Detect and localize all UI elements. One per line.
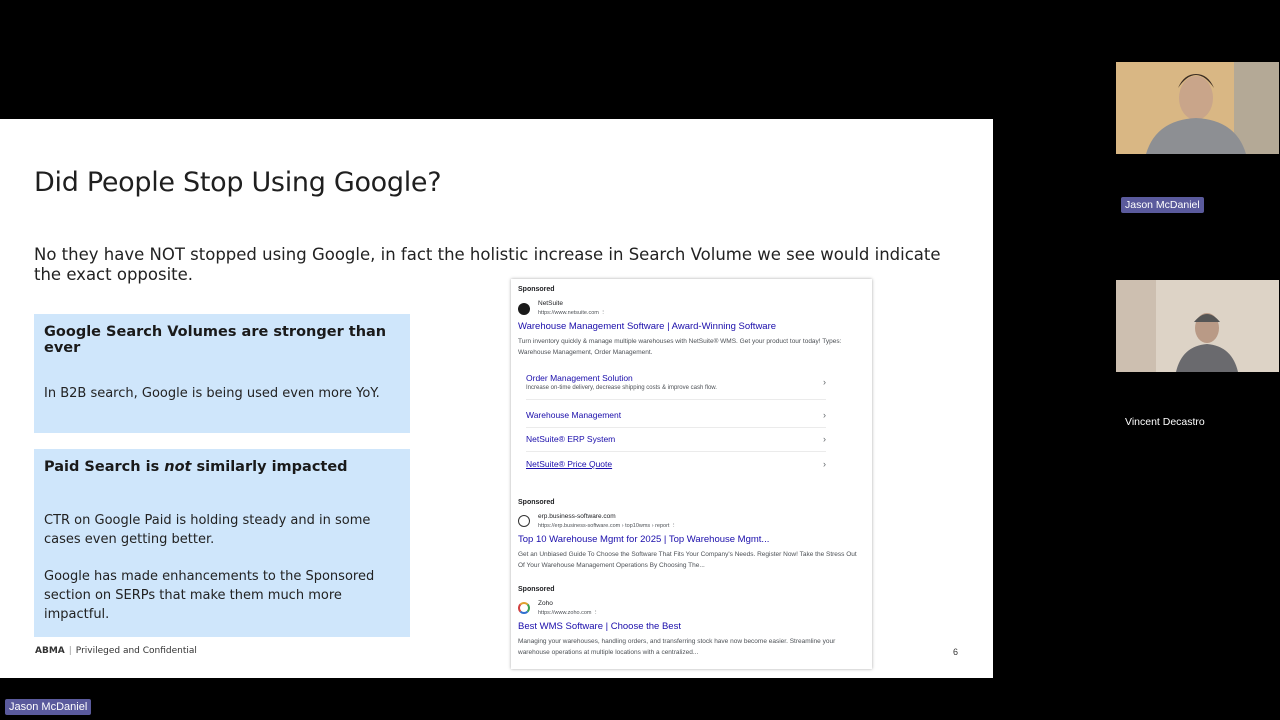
- sponsored-label: Sponsored: [518, 286, 555, 293]
- panel-heading: Paid Search is not similarly impacted: [44, 459, 400, 475]
- sponsored-label: Sponsored: [518, 586, 555, 593]
- ad-title-link[interactable]: Best WMS Software | Choose the Best: [518, 621, 681, 632]
- heading-part: Paid Search is: [44, 459, 165, 475]
- more-options-icon: ⋮: [600, 310, 606, 316]
- sponsored-label: Sponsored: [518, 499, 555, 506]
- panel-text: CTR on Google Paid is holding steady and…: [44, 513, 371, 547]
- ad-url: https://www.netsuite.com ⋮: [538, 310, 606, 316]
- heading-part: similarly impacted: [191, 459, 348, 475]
- participant-video-icon: [1116, 280, 1279, 372]
- footer-brand: ABMA: [35, 646, 65, 656]
- ad-title-link[interactable]: Warehouse Management Software | Award-Wi…: [518, 321, 776, 332]
- netsuite-logo-icon: [518, 303, 530, 315]
- participant-video-icon: [1116, 62, 1279, 154]
- presentation-slide: Did People Stop Using Google? No they ha…: [0, 119, 993, 678]
- ad-description: Managing your warehouses, handling order…: [518, 638, 836, 656]
- sitelink[interactable]: Order Management Solution Increase on-ti…: [526, 373, 826, 391]
- ad-url-text: https://erp.business-software.com › top1…: [538, 523, 670, 529]
- panel-heading: Google Search Volumes are stronger than …: [44, 324, 387, 356]
- divider: [526, 399, 826, 400]
- divider: [526, 427, 826, 428]
- slide-footer: ABMA | Privileged and Confidential: [35, 646, 197, 656]
- chevron-right-icon: ›: [823, 410, 826, 420]
- slide-page-number: 6: [953, 647, 959, 657]
- sitelink[interactable]: NetSuite® Price Quote ›: [526, 459, 826, 469]
- ad-url: https://erp.business-software.com › top1…: [538, 523, 676, 529]
- info-panel-paid-search: Paid Search is not similarly impacted CT…: [34, 449, 410, 637]
- ad-url: https://www.zoho.com ⋮: [538, 610, 599, 616]
- slide-title: Did People Stop Using Google?: [34, 167, 442, 198]
- footer-label: Privileged and Confidential: [75, 646, 197, 656]
- business-software-logo-icon: [518, 515, 530, 527]
- ad-url-text: https://www.zoho.com: [538, 610, 592, 616]
- ad-site-name: NetSuite: [538, 300, 563, 307]
- chevron-right-icon: ›: [823, 377, 826, 387]
- sitelink-title: NetSuite® ERP System: [526, 434, 616, 444]
- ad-site-name: Zoho: [538, 600, 553, 607]
- active-speaker-label: Jason McDaniel: [5, 699, 92, 715]
- sitelink[interactable]: NetSuite® ERP System ›: [526, 434, 826, 444]
- more-options-icon: ⋮: [593, 610, 599, 616]
- divider: [526, 451, 826, 452]
- participant-name-label: Vincent Decastro: [1125, 416, 1205, 428]
- ad-description: Turn inventory quickly & manage multiple…: [518, 338, 842, 356]
- chevron-right-icon: ›: [823, 459, 826, 469]
- info-panel-search-volumes: Google Search Volumes are stronger than …: [34, 314, 410, 433]
- participant-video-tile[interactable]: [1116, 62, 1279, 154]
- sitelink-title: NetSuite® Price Quote: [526, 459, 613, 469]
- footer-separator: |: [68, 646, 72, 656]
- panel-text: In B2B search, Google is being used even…: [44, 386, 380, 401]
- participant-name-label: Jason McDaniel: [1121, 197, 1204, 213]
- serp-screenshot: Sponsored NetSuite https://www.netsuite.…: [511, 279, 872, 669]
- sitelink-title: Order Management Solution: [526, 373, 633, 383]
- sitelink[interactable]: Warehouse Management ›: [526, 410, 826, 420]
- participant-video-tile[interactable]: [1116, 280, 1279, 372]
- ad-url-text: https://www.netsuite.com: [538, 310, 599, 316]
- panel-text: Google has made enhancements to the Spon…: [44, 569, 375, 622]
- zoho-logo-icon: [518, 602, 530, 614]
- heading-emphasis: not: [164, 459, 192, 475]
- ad-description: Get an Unbiased Guide To Choose the Soft…: [518, 551, 857, 569]
- sitelink-description: Increase on-time delivery, decrease ship…: [526, 385, 717, 391]
- chevron-right-icon: ›: [823, 434, 826, 444]
- more-options-icon: ⋮: [670, 523, 677, 529]
- ad-title-link[interactable]: Top 10 Warehouse Mgmt for 2025 | Top War…: [518, 534, 769, 545]
- ad-site-name: erp.business-software.com: [538, 513, 616, 520]
- sitelink-title: Warehouse Management: [526, 410, 622, 420]
